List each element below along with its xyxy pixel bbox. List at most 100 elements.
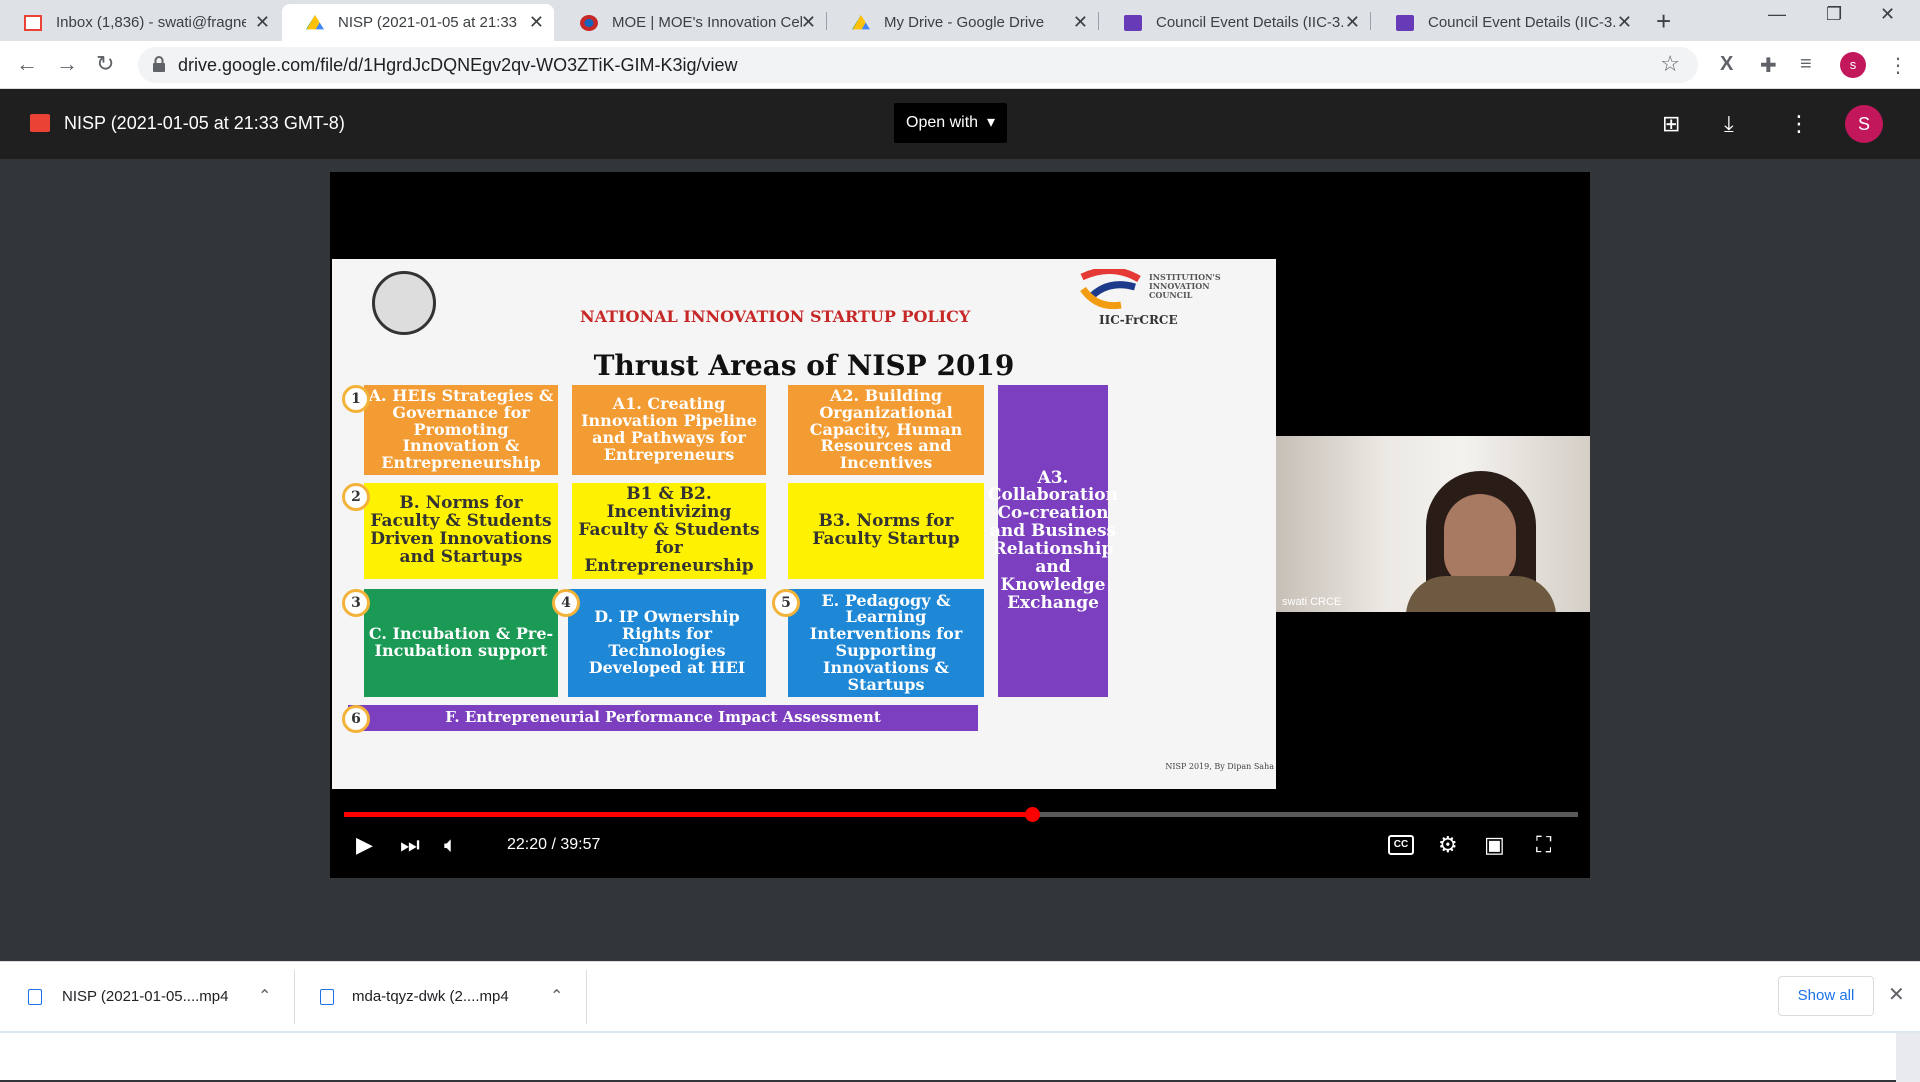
file-icon (28, 989, 42, 1005)
forward-icon[interactable]: → (56, 51, 78, 77)
scrollbar[interactable] (1896, 1033, 1920, 1082)
address-toolbar: ← → ↻ drive.google.com/file/d/1HgrdJcDQN… (0, 41, 1920, 89)
account-avatar[interactable]: S (1845, 105, 1883, 143)
video-file-icon (30, 114, 50, 132)
fullscreen-icon[interactable]: ⛶ (1536, 832, 1551, 858)
download-item[interactable]: mda-tqyz-dwk (2....mp4 ⌃ (294, 962, 586, 1032)
drive-icon (852, 15, 870, 30)
close-icon[interactable]: ✕ (255, 12, 270, 33)
tab-my-drive[interactable]: My Drive - Google Drive ✕ (828, 4, 1098, 41)
close-icon[interactable]: ✕ (1617, 12, 1632, 33)
tab-council-event-1[interactable]: Council Event Details (IIC-3.0 ✕ (1100, 4, 1370, 41)
tab-council-event-2[interactable]: Council Event Details (IIC-3.0 ✕ (1372, 4, 1642, 41)
miniplayer-icon[interactable]: ▣ (1484, 832, 1505, 858)
box-a1: A1. Creating Innovation Pipeline and Pat… (572, 385, 766, 475)
box-b1b2: B1 & B2. Incentivizing Faculty & Student… (572, 483, 766, 579)
extension-x-icon[interactable]: X (1720, 53, 1733, 76)
tab-title: Council Event Details (IIC-3.0 (1156, 14, 1344, 31)
tab-title: My Drive - Google Drive (884, 14, 1045, 31)
captions-icon[interactable]: CC (1388, 835, 1414, 855)
time-display: 22:20 / 39:57 (507, 836, 601, 853)
progress-fill (344, 812, 1033, 817)
play-icon[interactable]: ▶ (356, 832, 373, 858)
bookmark-star-icon[interactable]: ☆ (1660, 51, 1680, 77)
divider (586, 970, 587, 1024)
menu-kebab-icon[interactable]: ⋮ (1888, 53, 1908, 78)
logo-line: COUNCIL (1149, 290, 1193, 300)
box-a2: A2. Building Organizational Capacity, Hu… (788, 385, 984, 475)
close-icon[interactable]: ✕ (529, 12, 544, 33)
participant-face (1444, 494, 1516, 586)
slide-credit: NISP 2019, By Dipan Saha (1165, 762, 1274, 771)
box-e: E. Pedagogy & Learning Interventions for… (788, 589, 984, 697)
file-icon (320, 989, 334, 1005)
new-tab-icon[interactable]: + (1656, 6, 1671, 37)
close-window-icon[interactable]: ✕ (1880, 4, 1895, 25)
number-badge: 1 (342, 385, 370, 413)
settings-gear-icon[interactable]: ⚙ (1438, 832, 1458, 858)
profile-avatar[interactable]: s (1840, 52, 1866, 78)
viewer-header: NISP (2021-01-05 at 21:33 GMT-8) Open wi… (0, 89, 1920, 159)
minimize-icon[interactable]: — (1768, 4, 1786, 25)
close-icon[interactable]: ✕ (1888, 982, 1905, 1007)
drive-file-viewer: NISP (2021-01-05 at 21:33 GMT-8) Open wi… (0, 89, 1920, 961)
next-icon[interactable]: ⏭ (400, 832, 420, 858)
back-icon[interactable]: ← (16, 51, 38, 77)
tab-title: Council Event Details (IIC-3.0 (1428, 14, 1616, 31)
close-icon[interactable]: ✕ (1073, 12, 1088, 33)
tab-gmail[interactable]: Inbox (1,836) - swati@fragne ✕ (0, 4, 280, 41)
open-with-button[interactable]: Open with ▾ (894, 103, 1007, 143)
tab-moe[interactable]: MOE | MOE's Innovation Cell ✕ (556, 4, 826, 41)
video-player[interactable]: NATIONAL INNOVATION STARTUP POLICY INSTI… (330, 172, 1590, 878)
more-actions-icon[interactable]: ⋮ (1788, 111, 1810, 137)
scrubber-handle[interactable] (1025, 807, 1041, 822)
tab-separator (1370, 12, 1371, 30)
omnibox[interactable]: drive.google.com/file/d/1HgrdJcDQNEgv2qv… (138, 47, 1698, 83)
presentation-slide: NATIONAL INNOVATION STARTUP POLICY INSTI… (332, 259, 1276, 789)
volume-icon[interactable]: 🔈︎ (444, 832, 457, 858)
close-icon[interactable]: ✕ (801, 12, 816, 33)
download-file-name: mda-tqyz-dwk (2....mp4 (352, 988, 509, 1005)
media-control-icon[interactable]: ≡ (1800, 53, 1812, 76)
logo-subtitle: IIC-FrCRCE (1099, 313, 1178, 327)
number-badge: 5 (772, 589, 800, 617)
restore-icon[interactable]: ❐ (1826, 4, 1842, 25)
extensions-puzzle-icon[interactable]: ✚ (1760, 53, 1777, 78)
tab-title: NISP (2021-01-05 at 21:33 GM (338, 14, 518, 31)
chevron-up-icon[interactable]: ⌃ (550, 986, 563, 1006)
moe-icon (580, 15, 598, 31)
seek-bar[interactable] (344, 807, 1578, 822)
tab-title: Inbox (1,836) - swati@fragne (56, 14, 246, 31)
participant-body (1406, 576, 1556, 612)
slide-heading: Thrust Areas of NISP 2019 (593, 349, 1015, 382)
tab-title: MOE | MOE's Innovation Cell (612, 14, 802, 31)
show-all-button[interactable]: Show all (1778, 976, 1874, 1016)
number-badge: 6 (342, 705, 370, 733)
tab-nisp[interactable]: NISP (2021-01-05 at 21:33 GM ✕ (282, 4, 554, 41)
page-bottom-area (0, 1031, 1920, 1082)
forms-icon (1396, 15, 1414, 31)
url-text[interactable]: drive.google.com/file/d/1HgrdJcDQNEgv2qv… (178, 55, 738, 76)
download-item[interactable]: NISP (2021-01-05....mp4 ⌃ (0, 962, 294, 1032)
iic-logo: INSTITUTION'S INNOVATION COUNCIL IIC-FrC… (1077, 269, 1257, 327)
open-with-label: Open with (906, 114, 979, 131)
gmail-icon (24, 15, 42, 31)
tab-strip: Inbox (1,836) - swati@fragne ✕ NISP (202… (0, 0, 1920, 41)
file-name: NISP (2021-01-05 at 21:33 GMT-8) (64, 113, 345, 133)
close-icon[interactable]: ✕ (1345, 12, 1360, 33)
box-d: D. IP Ownership Rights for Technologies … (568, 589, 766, 697)
forms-icon (1124, 15, 1142, 31)
download-icon[interactable]: ⤓ (1724, 111, 1734, 137)
number-badge: 2 (342, 483, 370, 511)
number-badge: 3 (342, 589, 370, 617)
number-badge: 4 (552, 589, 580, 617)
add-comment-icon[interactable]: ⊞ (1662, 111, 1680, 137)
box-b3: B3. Norms for Faculty Startup (788, 483, 984, 579)
chevron-up-icon[interactable]: ⌃ (258, 986, 271, 1006)
tab-separator (826, 12, 827, 30)
drive-icon (306, 15, 324, 30)
download-file-name: NISP (2021-01-05....mp4 (62, 988, 229, 1005)
participant-name: swati CRCE (1282, 596, 1342, 608)
policy-title: NATIONAL INNOVATION STARTUP POLICY (580, 307, 971, 326)
reload-icon[interactable]: ↻ (96, 51, 114, 77)
